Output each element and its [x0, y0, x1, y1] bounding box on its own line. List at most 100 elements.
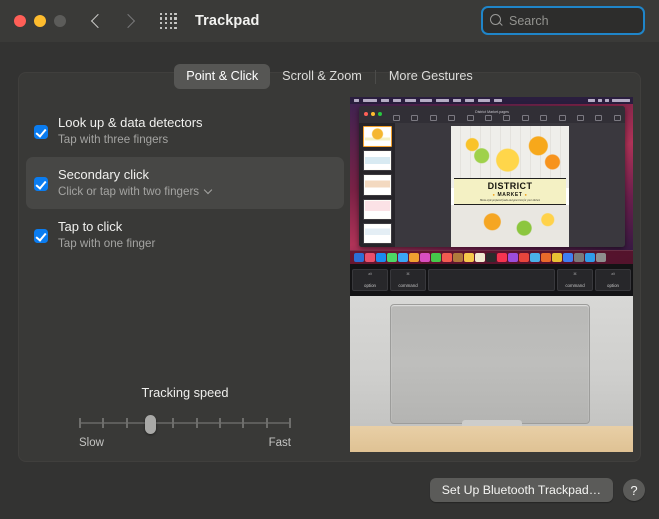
option-title: Tap to click: [58, 219, 123, 234]
tab-point-and-click[interactable]: Point & Click: [174, 64, 271, 89]
dock-icon: [574, 252, 584, 263]
slider-tick: [219, 418, 221, 428]
trackpad-surface: [390, 304, 590, 424]
slider-track: [79, 422, 291, 424]
tracking-speed-slider[interactable]: [79, 415, 291, 434]
title-bar: Trackpad: [0, 0, 659, 42]
document-subhead: ● MARKET ●: [454, 191, 566, 199]
table-icon: [466, 115, 474, 121]
help-button[interactable]: ?: [623, 479, 645, 501]
search-field[interactable]: [481, 6, 659, 35]
dock-icon: [453, 252, 463, 263]
key-option: alt option: [595, 269, 631, 291]
dock-icon: [354, 252, 364, 263]
traffic-lights: [14, 15, 66, 27]
dock-icon: [475, 252, 485, 263]
option-subtitle-text: Tap with one finger: [58, 237, 156, 250]
slider-tick: [195, 418, 198, 428]
slider-tick: [289, 418, 291, 428]
option-text: Look up & data detectors Tap with three …: [58, 114, 203, 148]
minimize-button[interactable]: [34, 15, 46, 27]
option-popup-button[interactable]: Click or tap with two fingers: [58, 184, 212, 200]
document-page: DISTRICT ● MARKET ● Home-style prepared …: [451, 126, 569, 247]
chevron-right-icon: [123, 13, 134, 30]
tracking-speed-label: Tracking speed: [141, 385, 229, 400]
laptop-base: [350, 296, 633, 426]
document-icon: [613, 115, 621, 121]
menu-bar: [350, 97, 633, 104]
key-command: ⌘ command: [390, 269, 426, 291]
checkbox-secondary-click[interactable]: [34, 177, 48, 191]
insert-icon: [448, 115, 456, 121]
checkbox-tap-to-click[interactable]: [34, 229, 48, 243]
apple-menu-icon: [354, 99, 359, 102]
app-traffic-lights: [364, 112, 382, 116]
option-subtitle-text: Click or tap with two fingers: [58, 185, 200, 198]
slider-tick: [125, 418, 128, 428]
dock-icon: [585, 252, 595, 263]
option-subtitle-text: Tap with three fingers: [58, 133, 169, 146]
chart-icon: [485, 115, 493, 121]
option-list: Look up & data detectors Tap with three …: [26, 105, 344, 261]
set-up-bluetooth-trackpad-button[interactable]: Set Up Bluetooth Trackpad…: [429, 478, 613, 502]
menu-item: [405, 99, 416, 102]
document-subhead-text: MARKET: [497, 191, 523, 198]
dock-icon: [497, 252, 507, 263]
dock-icon: [409, 252, 419, 263]
dock-icon: [508, 252, 518, 263]
app-window-title: District Market.pages: [475, 110, 509, 114]
slider-min-label: Slow: [79, 437, 104, 449]
app-toolbar: District Market.pages: [359, 106, 625, 123]
option-row-look-up[interactable]: Look up & data detectors Tap with three …: [26, 105, 344, 157]
comment-icon: [558, 115, 566, 121]
laptop-screen: District Market.pages DISTRICT ● MARKET …: [350, 97, 633, 264]
menu-item: [393, 99, 401, 102]
close-button[interactable]: [14, 15, 26, 27]
menu-item: [420, 99, 432, 102]
dot-accent-right: ●: [524, 192, 528, 197]
search-input[interactable]: [509, 13, 659, 28]
dock-icon: [519, 252, 529, 263]
dock-icon: [365, 252, 375, 263]
tracking-speed-section: Tracking speed Slow Fast: [26, 385, 344, 449]
option-row-tap-to-click[interactable]: Tap to click Tap with one finger: [26, 209, 344, 261]
slider-tick: [102, 418, 105, 428]
option-title: Secondary click: [58, 167, 150, 182]
page-thumbnail: [362, 174, 392, 196]
page-title: Trackpad: [195, 13, 260, 29]
menu-item: [453, 99, 461, 102]
dock-icon: [563, 252, 573, 263]
laptop-keyboard: alt option ⌘ command ⌘ command alt option: [350, 264, 633, 296]
format-icon: [595, 115, 603, 121]
battery-icon: [588, 99, 595, 102]
option-row-secondary-click[interactable]: Secondary click Click or tap with two fi…: [26, 157, 344, 209]
collaborate-icon: [577, 115, 585, 121]
key-option: alt option: [352, 269, 388, 291]
chevron-left-icon[interactable]: [92, 13, 103, 30]
menu-item: [381, 99, 389, 102]
footer-bar: Set Up Bluetooth Trackpad… ?: [0, 478, 645, 502]
tab-more-gestures[interactable]: More Gestures: [377, 64, 485, 89]
zoom-button: [54, 15, 66, 27]
tab-scroll-and-zoom[interactable]: Scroll & Zoom: [270, 64, 374, 89]
slider-tick: [172, 418, 175, 428]
shape-icon: [521, 115, 529, 121]
menu-item: [494, 99, 502, 102]
dock-icon: [541, 252, 551, 263]
show-all-grid-icon[interactable]: [160, 12, 177, 30]
option-subtitle: Tap with one finger: [58, 236, 155, 252]
option-text: Tap to click Tap with one finger: [58, 218, 155, 252]
checkbox-look-up[interactable]: [34, 125, 48, 139]
chevron-down-icon[interactable]: [205, 187, 212, 194]
tab-separator: [374, 69, 376, 84]
document-tagline: Home-style prepared foods and groceries …: [479, 198, 541, 202]
dock-icon: [552, 252, 562, 263]
navigation-buttons: [92, 13, 134, 30]
tab-bar: Point & Click Scroll & Zoom More Gesture…: [0, 64, 659, 89]
slider-tick: [242, 418, 245, 428]
view-tool-icon: [393, 115, 400, 121]
slider-max-label: Fast: [268, 437, 291, 449]
slider-end-labels: Slow Fast: [79, 437, 291, 449]
app-toolbar-buttons: [393, 115, 621, 121]
slider-thumb[interactable]: [144, 415, 156, 434]
